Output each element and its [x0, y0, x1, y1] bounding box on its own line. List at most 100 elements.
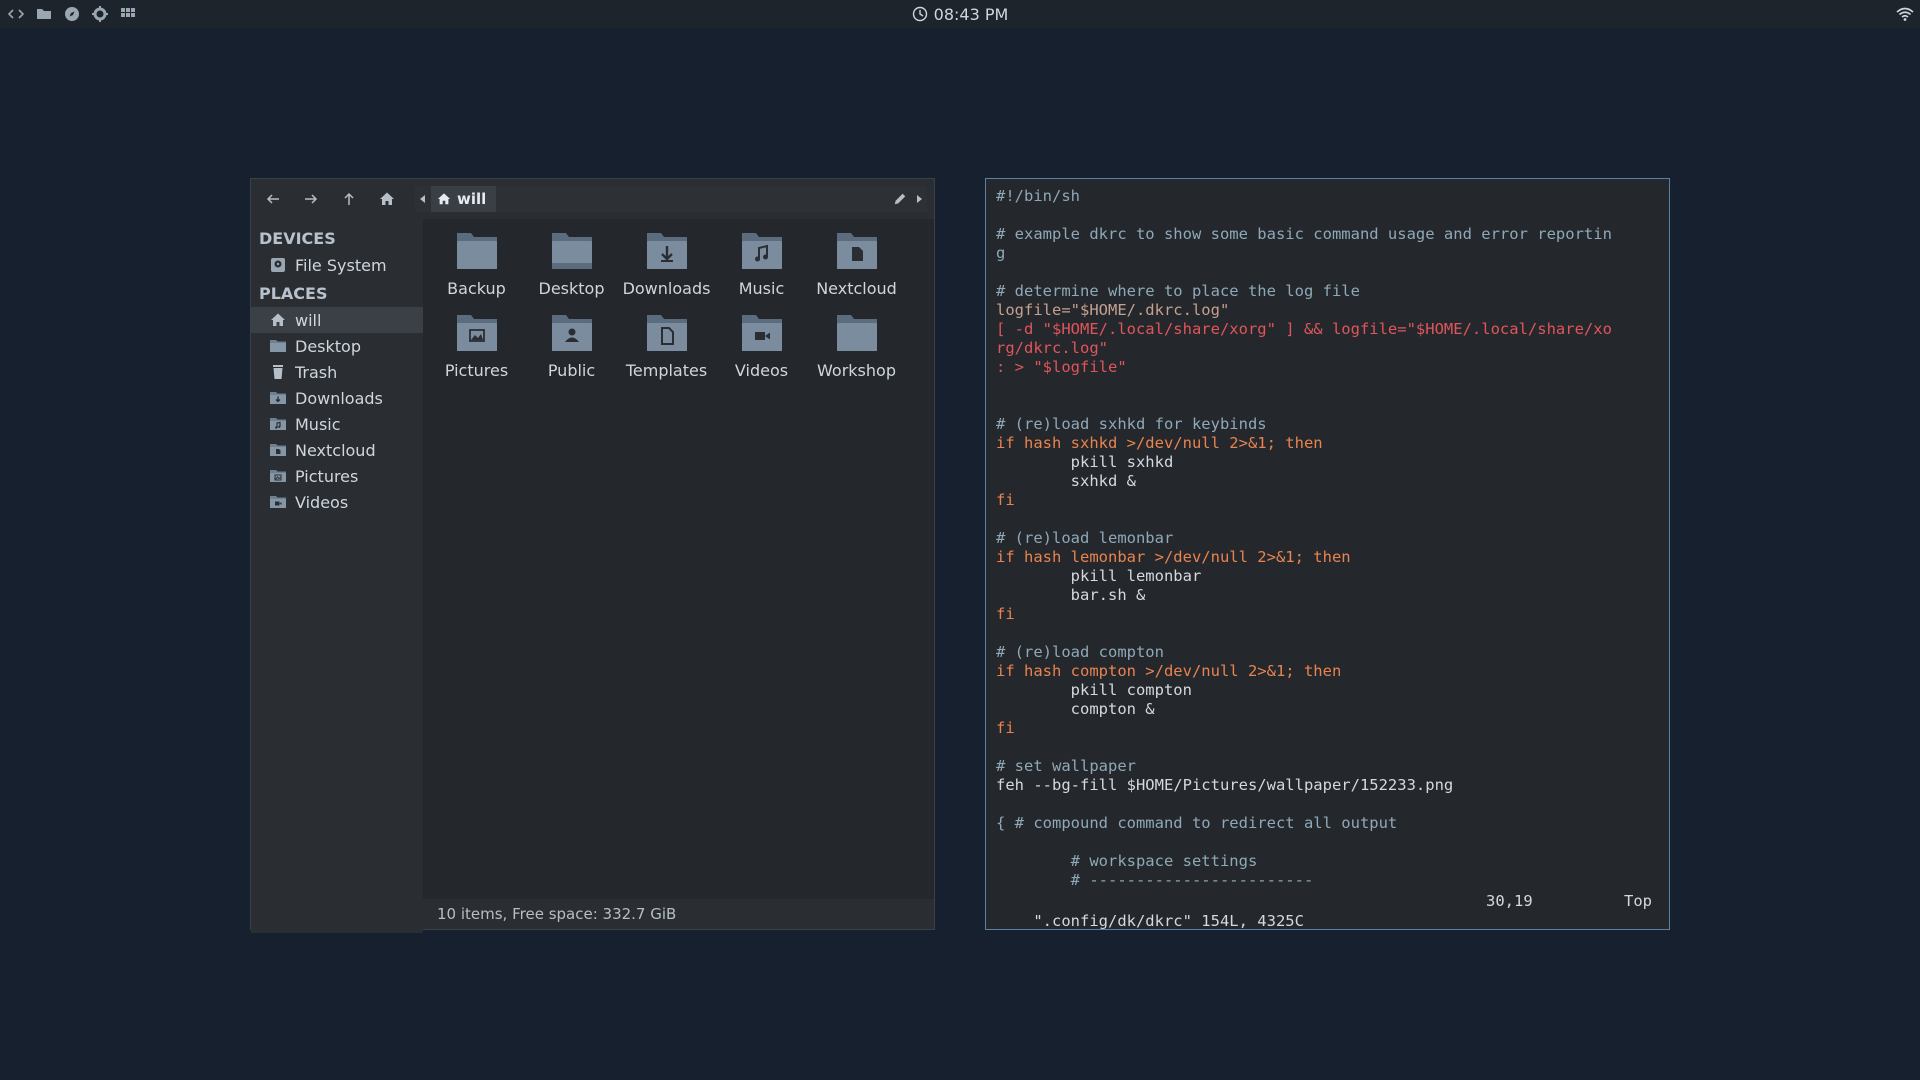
sidebar-item-videos[interactable]: Videos	[251, 489, 423, 515]
desktop-folder-icon	[551, 233, 592, 269]
file-item-backup[interactable]: Backup	[429, 225, 524, 303]
code-line: # ------------------------	[996, 871, 1314, 889]
music-folder-icon	[270, 418, 286, 430]
wifi-icon[interactable]	[1896, 6, 1914, 22]
home-icon	[437, 193, 451, 205]
sidebar-item-trash[interactable]: Trash	[251, 359, 423, 385]
sidebar-item-desktop[interactable]: Desktop	[251, 333, 423, 359]
vim-status-line: ".config/dk/dkrc" 154L, 4325C 30,19 Top	[996, 891, 1658, 930]
code-line: rg/dkrc.log"	[996, 339, 1108, 357]
trash-icon	[273, 365, 283, 379]
clock[interactable]: 08:43 PM	[0, 0, 1920, 28]
code-line: pkill compton	[996, 681, 1192, 699]
pictures-folder-icon	[270, 470, 286, 482]
terminal-window[interactable]: #!/bin/sh # example dkrc to show some ba…	[985, 178, 1670, 930]
sidebar-item-label: Videos	[295, 492, 349, 512]
sidebar-item-downloads[interactable]: Downloads	[251, 385, 423, 411]
desktop-folder-icon	[270, 340, 286, 352]
file-view[interactable]: Backup Desktop Downloads Music Nextcloud…	[423, 219, 934, 899]
code-line: if hash compton >/dev/null 2>&1; then	[996, 662, 1342, 680]
up-button[interactable]	[333, 183, 365, 215]
pictures-folder-icon	[456, 315, 497, 351]
file-item-workshop[interactable]: Workshop	[809, 307, 904, 385]
file-item-downloads[interactable]: Downloads	[619, 225, 714, 303]
file-manager-toolbar: will	[251, 179, 934, 219]
file-item-label: Videos	[734, 361, 789, 380]
edit-path-button[interactable]	[889, 186, 911, 212]
path-bar: will	[415, 186, 927, 212]
code-line: compton &	[996, 700, 1155, 718]
code-line: fi	[996, 719, 1015, 737]
sidebar-item-label: File System	[295, 255, 387, 275]
file-item-label: Desktop	[538, 279, 605, 298]
sidebar-item-music[interactable]: Music	[251, 411, 423, 437]
code-line: pkill sxhkd	[996, 453, 1174, 471]
public-folder-icon	[551, 315, 592, 351]
folder-icon	[836, 315, 877, 351]
path-scroll-left-button[interactable]	[415, 186, 431, 212]
code-line: pkill lemonbar	[996, 567, 1202, 585]
code-line: fi	[996, 491, 1015, 509]
code-line: g	[996, 244, 1006, 262]
templates-folder-icon	[646, 315, 687, 351]
back-button[interactable]	[257, 183, 289, 215]
vim-scroll-position: Top	[1624, 892, 1652, 910]
clock-time: 08:43 PM	[933, 4, 1009, 24]
editor-buffer[interactable]: #!/bin/sh # example dkrc to show some ba…	[996, 187, 1612, 890]
nextcloud-folder-icon	[270, 444, 286, 456]
path-crumb-home[interactable]: will	[431, 186, 497, 212]
music-folder-icon	[741, 233, 782, 269]
code-line: # (re)load sxhkd for keybinds	[996, 415, 1267, 433]
file-item-label: Templates	[625, 361, 708, 380]
code-line: # example dkrc to show some basic comman…	[996, 225, 1612, 243]
code-line: # (re)load lemonbar	[996, 529, 1174, 547]
code-line: # (re)load compton	[996, 643, 1164, 661]
file-grid: Backup Desktop Downloads Music Nextcloud…	[423, 225, 940, 385]
vim-file-info: ".config/dk/dkrc" 154L, 4325C	[1033, 912, 1304, 930]
path-scroll-right-button[interactable]	[911, 186, 927, 212]
file-item-label: Nextcloud	[816, 279, 897, 298]
file-item-label: Downloads	[622, 279, 711, 298]
sidebar-item-file-system[interactable]: File System	[251, 252, 423, 278]
sidebar-item-label: will	[295, 310, 322, 330]
code-line: : > "$logfile"	[996, 358, 1127, 376]
file-item-label: Workshop	[817, 361, 896, 380]
home-button[interactable]	[371, 183, 403, 215]
code-line: bar.sh &	[996, 586, 1146, 604]
code-line: # determine where to place the log file	[996, 282, 1360, 300]
sidebar-item-nextcloud[interactable]: Nextcloud	[251, 437, 423, 463]
file-item-public[interactable]: Public	[524, 307, 619, 385]
clock-icon	[912, 6, 927, 22]
sidebar-item-label: Downloads	[295, 388, 383, 408]
file-item-desktop[interactable]: Desktop	[524, 225, 619, 303]
code-line: feh --bg-fill $HOME/Pictures/wallpaper/1…	[996, 776, 1454, 794]
code-line: { # compound command to redirect all out…	[996, 814, 1398, 832]
forward-button[interactable]	[295, 183, 327, 215]
code-line: fi	[996, 605, 1015, 623]
file-item-label: Backup	[447, 279, 506, 298]
file-item-nextcloud[interactable]: Nextcloud	[809, 225, 904, 303]
top-panel: 08:43 PM	[0, 0, 1920, 28]
code-line: #!/bin/sh	[996, 187, 1080, 205]
code-line: # set wallpaper	[996, 757, 1136, 775]
file-item-videos[interactable]: Videos	[714, 307, 809, 385]
downloads-folder-icon	[646, 233, 687, 269]
sidebar-item-pictures[interactable]: Pictures	[251, 463, 423, 489]
folder-icon	[456, 233, 497, 269]
file-item-templates[interactable]: Templates	[619, 307, 714, 385]
file-item-pictures[interactable]: Pictures	[429, 307, 524, 385]
sidebar-item-label: Nextcloud	[295, 440, 376, 460]
sidebar-item-label: Desktop	[295, 336, 361, 356]
file-item-label: Music	[738, 279, 785, 298]
sidebar-item-label: Music	[295, 414, 341, 434]
sidebar-item-will[interactable]: will	[251, 307, 423, 333]
code-line: if hash lemonbar >/dev/null 2>&1; then	[996, 548, 1351, 566]
file-item-music[interactable]: Music	[714, 225, 809, 303]
